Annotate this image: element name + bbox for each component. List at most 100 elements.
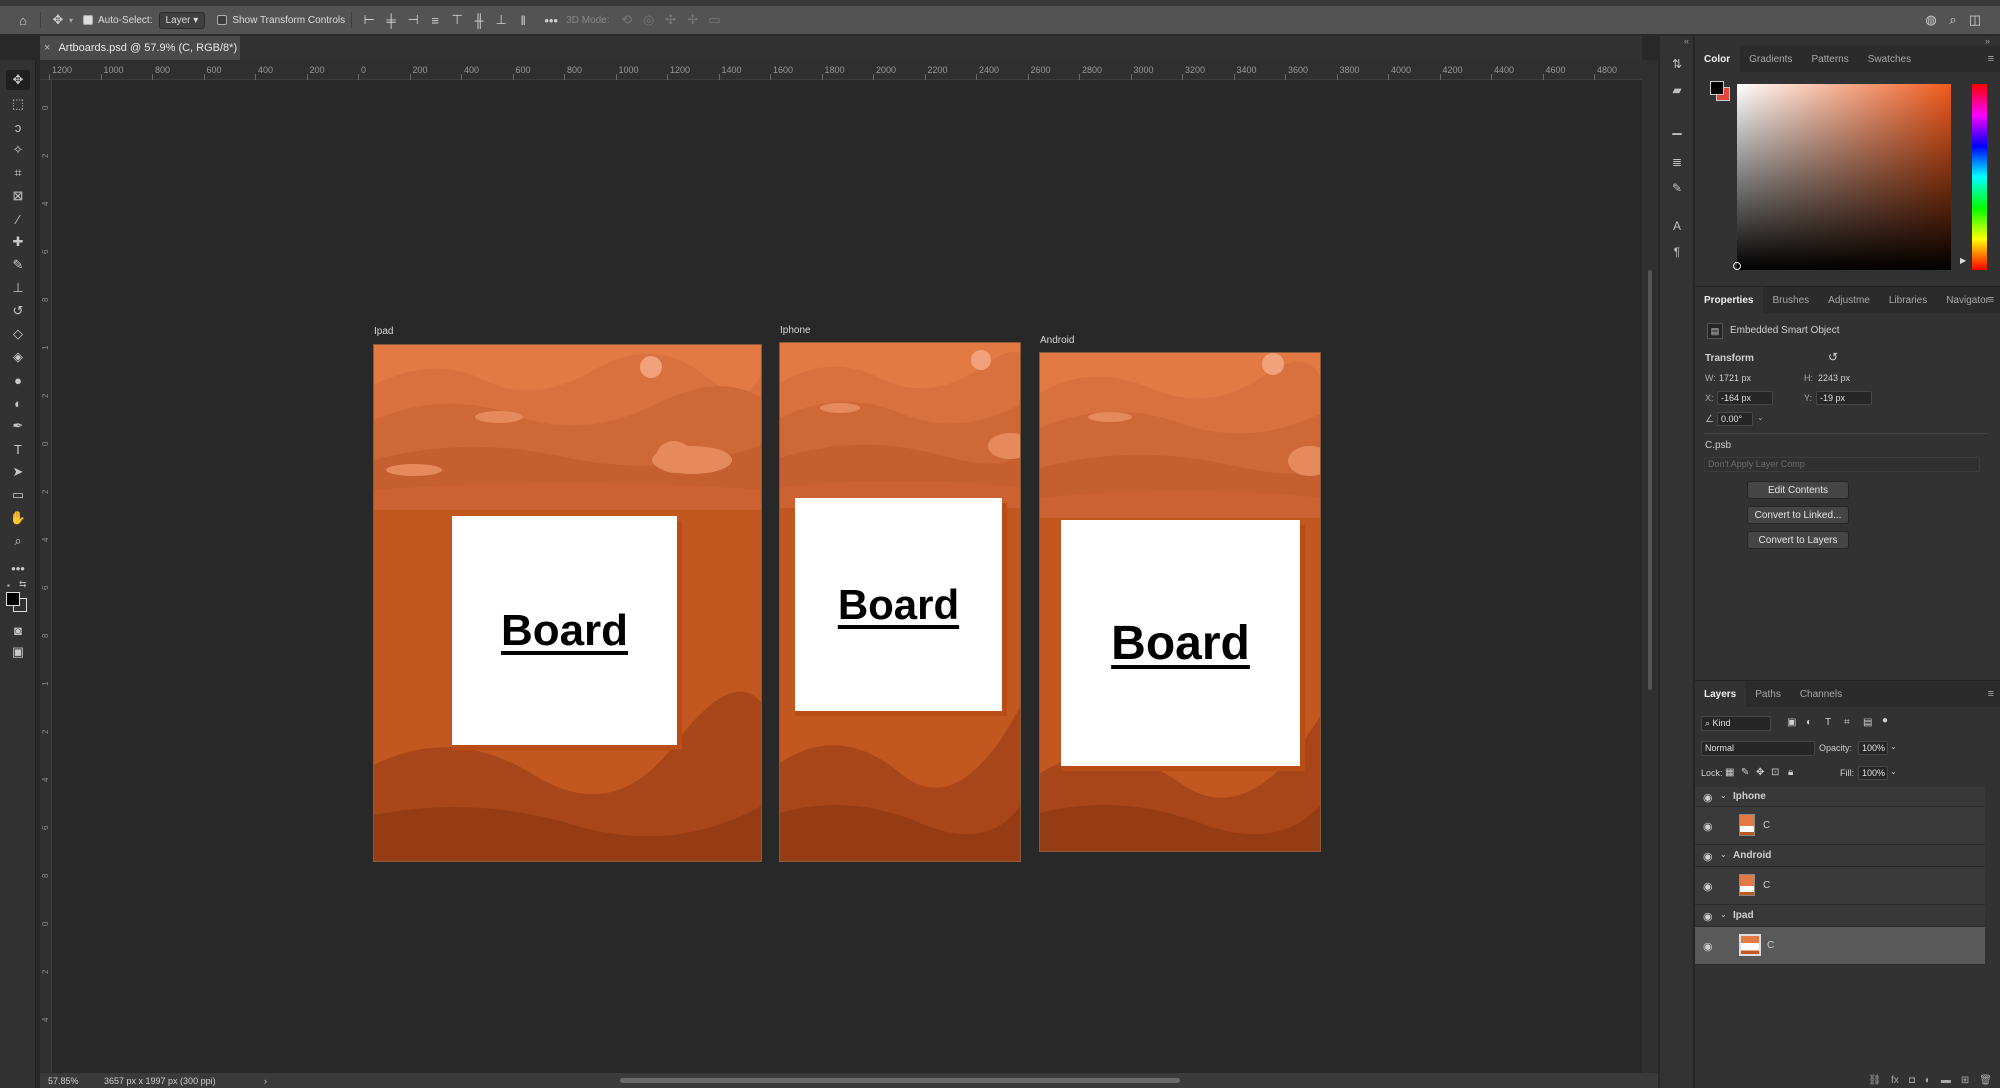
lock-transparent-icon[interactable]: ▦ [1725, 767, 1734, 778]
3d-camera-icon[interactable]: ▭ [704, 9, 726, 31]
tab-paths[interactable]: Paths [1746, 681, 1791, 707]
collapse-dock-icon[interactable]: » [1985, 36, 1990, 46]
layer-group-iphone[interactable]: ◉ ⌄ Iphone [1695, 787, 1985, 807]
zoom-level[interactable]: 57.85% [48, 1076, 88, 1086]
distribute-icon[interactable]: ≡ [424, 9, 446, 31]
horizontal-scrollbar-thumb[interactable] [620, 1078, 1180, 1083]
edit-contents-button[interactable]: Edit Contents [1747, 481, 1849, 499]
clone-stamp-tool-icon[interactable]: ⊥ [6, 278, 30, 298]
visibility-eye-icon[interactable]: ◉ [1703, 880, 1713, 893]
auto-select-option[interactable]: Auto-Select: [83, 15, 153, 26]
marquee-tool-icon[interactable]: ⬚ [6, 94, 30, 114]
align-top-icon[interactable]: ⊤ [446, 9, 468, 31]
group-expand-chevron-icon[interactable]: ⌄ [1720, 850, 1727, 859]
tab-channels[interactable]: Channels [1791, 681, 1852, 707]
brush-settings-panel-icon[interactable]: ✎ [1667, 178, 1687, 198]
layer-group-ipad[interactable]: ◉ ⌄ Ipad [1695, 905, 1985, 927]
layer-group-android[interactable]: ◉ ⌄ Android [1695, 845, 1985, 867]
tab-libraries[interactable]: Libraries [1880, 287, 1937, 313]
path-selection-tool-icon[interactable]: ➤ [6, 462, 30, 482]
layer-row[interactable]: ◉ C [1695, 807, 1985, 845]
more-options-icon[interactable]: ••• [540, 9, 562, 31]
3d-orbit-icon[interactable]: ⟲ [616, 9, 638, 31]
angle-field[interactable]: 0.00° [1717, 412, 1753, 426]
dodge-tool-icon[interactable]: ◐ [6, 393, 30, 413]
align-center-icon[interactable]: ╪ [380, 9, 402, 31]
workspace-icon[interactable]: ◫ [1964, 9, 1986, 31]
paint-bucket-tool-icon[interactable]: ◈ [6, 347, 30, 367]
filter-toggle-icon[interactable]: ● [1882, 715, 1888, 726]
chevron-down-icon[interactable]: ⌄ [1757, 413, 1764, 422]
zoom-tool-icon[interactable]: ⌕ [6, 531, 30, 551]
type-tool-icon[interactable]: T [6, 439, 30, 459]
panel-menu-icon[interactable]: ≡ [1988, 294, 1994, 306]
tab-swatches[interactable]: Swatches [1859, 46, 1921, 72]
home-icon[interactable]: ⌂ [12, 9, 34, 31]
distribute-vertical-icon[interactable]: ‖ [512, 9, 534, 31]
artboard-iphone[interactable]: Board [779, 342, 1021, 862]
opacity-field[interactable]: 100% [1858, 741, 1888, 755]
visibility-eye-icon[interactable]: ◉ [1703, 791, 1713, 804]
healing-brush-tool-icon[interactable]: ✚ [6, 232, 30, 252]
close-tab-icon[interactable]: × [44, 42, 50, 54]
tab-patterns[interactable]: Patterns [1802, 46, 1858, 72]
layer-row-selected[interactable]: ◉ C [1695, 927, 1985, 965]
3d-pan-icon[interactable]: ✣ [660, 9, 682, 31]
magic-wand-tool-icon[interactable]: ✧ [6, 140, 30, 160]
panel-menu-icon[interactable]: ≡ [1988, 53, 1994, 65]
artboard-ipad[interactable]: Board [373, 344, 762, 862]
artboard-label-ipad[interactable]: Ipad [374, 326, 393, 337]
histogram-panel-icon[interactable]: ▁ [1667, 118, 1687, 138]
add-mask-icon[interactable]: ◘ [1909, 1075, 1915, 1086]
eyedropper-tool-icon[interactable]: ⁄ [6, 209, 30, 229]
new-group-icon[interactable]: ▬ [1941, 1075, 1951, 1086]
rectangle-tool-icon[interactable]: ▭ [6, 485, 30, 505]
lock-all-icon[interactable]: 🔒︎ [1788, 767, 1793, 778]
filter-pixel-icon[interactable]: ▣ [1787, 717, 1796, 728]
layer-comp-dropdown[interactable]: Don't Apply Layer Comp [1704, 457, 1980, 472]
quick-mask-icon[interactable]: ◙ [6, 620, 30, 640]
3d-slide-icon[interactable]: ✢ [682, 9, 704, 31]
convert-to-linked-button[interactable]: Convert to Linked... [1747, 506, 1849, 524]
align-middle-icon[interactable]: ╫ [468, 9, 490, 31]
artboard-label-iphone[interactable]: Iphone [780, 325, 811, 336]
tab-brushes[interactable]: Brushes [1763, 287, 1819, 313]
tab-gradients[interactable]: Gradients [1740, 46, 1802, 72]
layer-style-icon[interactable]: fx [1891, 1075, 1899, 1086]
w-value[interactable]: 1721 px [1719, 373, 1751, 383]
lasso-tool-icon[interactable]: ↄ [6, 117, 30, 137]
align-left-icon[interactable]: ⊢ [358, 9, 380, 31]
paragraph-panel-icon[interactable]: ¶ [1667, 242, 1687, 262]
history-brush-tool-icon[interactable]: ↺ [6, 301, 30, 321]
chevron-down-icon[interactable]: ⌄ [1890, 742, 1897, 751]
vertical-scrollbar-thumb[interactable] [1648, 270, 1652, 690]
group-expand-chevron-icon[interactable]: ⌄ [1720, 791, 1727, 800]
brush-tool-icon[interactable]: ✎ [6, 255, 30, 275]
visibility-eye-icon[interactable]: ◉ [1703, 910, 1713, 923]
convert-to-layers-button[interactable]: Convert to Layers [1747, 531, 1849, 549]
canvas-area[interactable]: Ipad Board Iphone Board Android Board [53, 81, 1642, 1071]
y-field[interactable]: -19 px [1816, 391, 1872, 405]
filter-shape-icon[interactable]: ⌗ [1844, 717, 1850, 728]
share-icon[interactable]: ◍ [1920, 9, 1942, 31]
group-expand-chevron-icon[interactable]: ⌄ [1720, 910, 1727, 919]
comments-panel-icon[interactable]: ▰ [1667, 80, 1687, 100]
color-picker-handle[interactable] [1733, 262, 1741, 270]
visibility-eye-icon[interactable]: ◉ [1703, 820, 1713, 833]
collapse-panels-icon[interactable]: « [1684, 36, 1689, 46]
h-value[interactable]: 2243 px [1818, 373, 1850, 383]
new-adjustment-layer-icon[interactable]: ◐ [1925, 1075, 1931, 1086]
history-panel-icon[interactable]: ⇅ [1667, 54, 1687, 74]
chevron-down-icon[interactable]: ⌄ [1890, 767, 1897, 776]
default-colors-icon[interactable]: ▪ [7, 581, 10, 590]
x-field[interactable]: -164 px [1717, 391, 1773, 405]
hue-slider[interactable] [1972, 84, 1987, 270]
foreground-color-swatch[interactable] [6, 592, 20, 606]
screen-mode-icon[interactable]: ▣ [6, 642, 30, 662]
character-panel-icon[interactable]: A [1667, 216, 1687, 236]
tab-adjustments[interactable]: Adjustme [1819, 287, 1880, 313]
foreground-color-chip[interactable] [1710, 81, 1724, 95]
filter-adjustment-icon[interactable]: ◐ [1806, 717, 1812, 728]
3d-roll-icon[interactable]: ◎ [638, 9, 660, 31]
move-tool-icon[interactable]: ✥ [6, 70, 30, 90]
